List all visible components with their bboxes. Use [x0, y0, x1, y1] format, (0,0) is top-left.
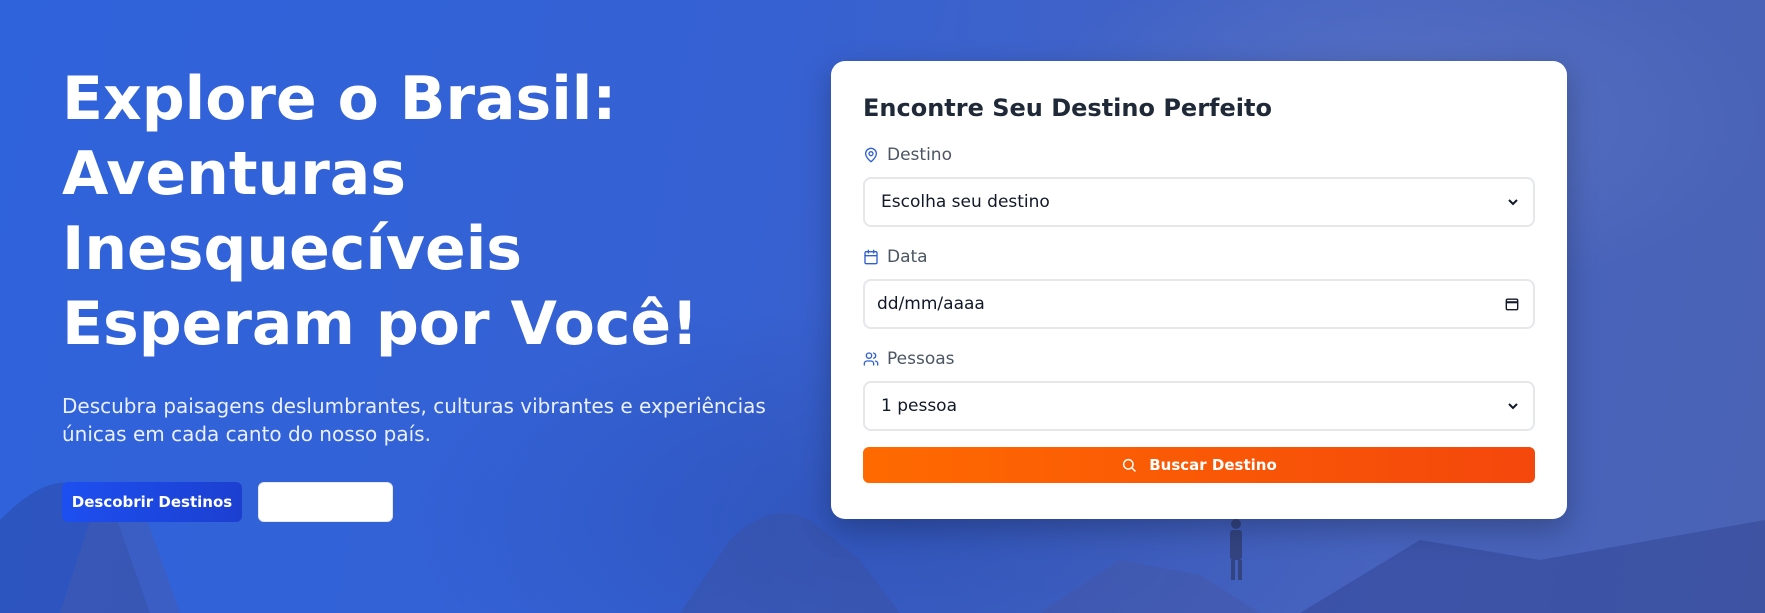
destination-label: Destino — [863, 143, 1535, 167]
map-pin-icon — [865, 147, 877, 163]
secondary-hero-button[interactable] — [258, 482, 393, 522]
search-card-title: Encontre Seu Destino Perfeito — [863, 94, 1272, 122]
discover-destinations-button[interactable]: Descobrir Destinos — [62, 482, 242, 522]
hero-title: Explore o Brasil: Aventuras Inesquecívei… — [62, 64, 699, 359]
chevron-down-icon — [1508, 403, 1518, 410]
destination-selected-value: Escolha seu destino — [881, 192, 1050, 212]
calendar-icon — [864, 249, 878, 265]
search-icon — [1123, 458, 1136, 472]
users-icon — [863, 352, 879, 366]
hiker-figure — [1230, 519, 1242, 580]
hero-section: Explore o Brasil: Aventuras Inesquecívei… — [0, 0, 1765, 613]
hero-actions: Descobrir Destinos — [62, 482, 802, 522]
date-input-value: dd/mm/aaaa — [877, 294, 985, 314]
calendar-picker-icon[interactable] — [1505, 297, 1519, 311]
hero-subtitle: Descubra paisagens deslumbrantes, cultur… — [62, 394, 766, 446]
people-label-text: Pessoas — [887, 349, 955, 369]
people-select[interactable]: 1 pessoa — [863, 381, 1535, 431]
search-card: Encontre Seu Destino Perfeito Destino Es… — [831, 61, 1567, 519]
people-selected-value: 1 pessoa — [881, 396, 958, 416]
date-input[interactable]: dd/mm/aaaa — [863, 279, 1535, 329]
people-label: Pessoas — [863, 347, 1535, 371]
search-destination-button[interactable]: Buscar Destino — [863, 447, 1535, 483]
date-label-text: Data — [887, 247, 928, 267]
chevron-down-icon — [1508, 199, 1518, 206]
hero-content: Explore o Brasil: Aventuras Inesquecívei… — [62, 62, 802, 522]
destination-label-text: Destino — [887, 145, 952, 165]
date-label: Data — [863, 245, 1535, 269]
search-destination-label: Buscar Destino — [1149, 456, 1277, 474]
destination-select[interactable]: Escolha seu destino — [863, 177, 1535, 227]
